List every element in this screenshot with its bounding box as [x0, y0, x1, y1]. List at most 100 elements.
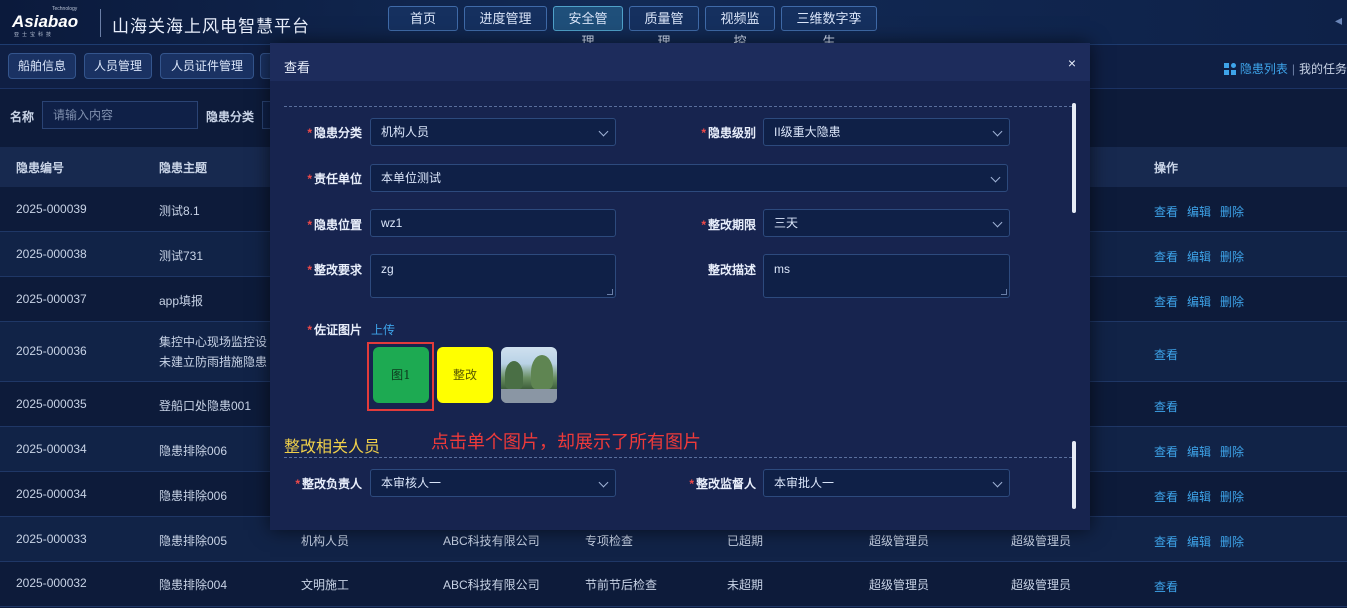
category-label: * 隐患分类 — [307, 126, 362, 140]
cell-status: 已超期 — [727, 534, 764, 548]
evidence-thumbnail-2[interactable]: 整改 — [437, 347, 493, 403]
nav-safety[interactable]: 安全管理 — [553, 6, 623, 49]
cell-id: 2025-000037 — [16, 292, 87, 306]
logo-divider — [100, 9, 101, 37]
nav-home[interactable]: 首页 — [388, 6, 458, 31]
description-textarea[interactable]: ms — [763, 254, 1010, 298]
view-link[interactable]: 查看 — [1154, 488, 1178, 505]
chevron-down-icon — [990, 172, 1001, 183]
level-select[interactable]: II级重大隐患 — [763, 118, 1010, 146]
delete-link[interactable]: 删除 — [1220, 293, 1244, 310]
delete-link[interactable]: 删除 — [1220, 248, 1244, 265]
delete-link[interactable]: 删除 — [1220, 533, 1244, 550]
cell-topic: 登船口处隐患001 — [159, 399, 252, 413]
table-row: 2025-000032 隐患排除004 文明施工 ABC科技有限公司 节前节后检… — [0, 562, 1347, 607]
cell-category: 机构人员 — [301, 534, 350, 548]
link-my-tasks[interactable]: 我的任务 — [1299, 62, 1347, 76]
edit-link[interactable]: 编辑 — [1187, 488, 1211, 505]
location-input[interactable]: wz1 — [370, 209, 616, 237]
divider — [284, 106, 1072, 107]
nav-digital-twin[interactable]: 三维数字孪生 — [781, 6, 877, 49]
modal-header: 查看 × — [270, 43, 1090, 81]
photo-road — [501, 389, 557, 403]
resize-grip-icon — [1001, 289, 1007, 295]
view-link[interactable]: 查看 — [1154, 578, 1178, 595]
cell-topic: 测试8.1 — [159, 204, 200, 218]
header-topic: 隐患主题 — [159, 161, 208, 175]
chevron-down-icon — [598, 126, 609, 137]
link-hazard-list[interactable]: 隐患列表 — [1240, 62, 1288, 76]
photo-tree — [531, 355, 553, 389]
cell-company: ABC科技有限公司 — [443, 534, 540, 548]
cell-id: 2025-000034 — [16, 487, 87, 501]
delete-link[interactable]: 删除 — [1220, 488, 1244, 505]
cell-id: 2025-000039 — [16, 202, 87, 216]
cell-id: 2025-000036 — [16, 344, 87, 358]
chevron-down-icon — [992, 217, 1003, 228]
cell-check-type: 节前节后检查 — [585, 578, 658, 592]
chevron-down-icon — [992, 126, 1003, 137]
upload-link[interactable]: 上传 — [371, 321, 395, 338]
edit-link[interactable]: 编辑 — [1187, 443, 1211, 460]
evidence-thumbnail-3[interactable] — [501, 347, 557, 403]
level-label: * 隐患级别 — [701, 126, 756, 140]
view-link[interactable]: 查看 — [1154, 443, 1178, 460]
main-nav: 首页 进度管理 安全管理 质量管理 视频监控 三维数字孪生 — [388, 6, 877, 49]
view-link[interactable]: 查看 — [1154, 293, 1178, 310]
deadline-select[interactable]: 三天 — [763, 209, 1010, 237]
unit-select[interactable]: 本单位测试 — [370, 164, 1008, 192]
location-label: * 隐患位置 — [307, 218, 362, 232]
cell-topic: app填报 — [159, 294, 204, 308]
edit-link[interactable]: 编辑 — [1187, 248, 1211, 265]
unit-label: * 责任单位 — [307, 172, 362, 186]
close-icon[interactable]: × — [1068, 55, 1076, 71]
chevron-down-icon — [992, 477, 1003, 488]
photo-tree — [505, 361, 523, 389]
name-search-input[interactable]: 请输入内容 — [42, 101, 198, 129]
view-link[interactable]: 查看 — [1154, 248, 1178, 265]
view-link[interactable]: 查看 — [1154, 398, 1178, 415]
view-link[interactable]: 查看 — [1154, 346, 1178, 363]
view-link[interactable]: 查看 — [1154, 533, 1178, 550]
delete-link[interactable]: 删除 — [1220, 443, 1244, 460]
edit-link[interactable]: 编辑 — [1187, 293, 1211, 310]
cell-topic-line2: 未建立防雨措施隐患 — [159, 355, 268, 369]
cell-person-1: 超级管理员 — [869, 534, 930, 548]
category-select[interactable]: 机构人员 — [370, 118, 616, 146]
cell-topic: 隐患排除006 — [159, 444, 228, 458]
grid-icon — [1223, 63, 1236, 75]
scrollbar-thumb-2[interactable] — [1072, 441, 1076, 509]
nav-video[interactable]: 视频监控 — [705, 6, 775, 49]
view-link[interactable]: 查看 — [1154, 203, 1178, 220]
tab-personnel[interactable]: 人员管理 — [84, 53, 152, 79]
tab-certificates[interactable]: 人员证件管理 — [160, 53, 254, 79]
cell-topic: 集控中心现场监控设 — [159, 335, 268, 349]
header-actions: 操作 — [1154, 161, 1179, 175]
scrollbar-thumb[interactable] — [1072, 103, 1076, 213]
nav-progress[interactable]: 进度管理 — [464, 6, 547, 31]
supervisor-select[interactable]: 本审批人一 — [763, 469, 1010, 497]
cell-topic: 隐患排除005 — [159, 534, 228, 548]
nav-quality[interactable]: 质量管理 — [629, 6, 699, 49]
resize-grip-icon — [607, 289, 613, 295]
tab-ship-info[interactable]: 船舶信息 — [8, 53, 76, 79]
chevron-down-icon — [598, 477, 609, 488]
evidence-thumbnail-1[interactable]: 图1 — [373, 347, 429, 403]
delete-link[interactable]: 删除 — [1220, 203, 1244, 220]
edit-link[interactable]: 编辑 — [1187, 203, 1211, 220]
owner-select[interactable]: 本审核人一 — [370, 469, 616, 497]
cell-topic: 隐患排除006 — [159, 489, 228, 503]
edit-link[interactable]: 编辑 — [1187, 533, 1211, 550]
cell-topic: 测试731 — [159, 249, 204, 263]
requirement-label: * 整改要求 — [307, 263, 362, 277]
requirement-textarea[interactable]: zg — [370, 254, 616, 298]
divider — [284, 457, 1072, 458]
name-filter-label: 名称 — [10, 110, 35, 124]
corner-arrow-icon[interactable]: ◂ — [1335, 12, 1347, 32]
cell-person-2: 超级管理员 — [1011, 534, 1072, 548]
owner-label: * 整改负责人 — [295, 477, 362, 491]
company-logo: Technology Asiabao 亚士宝科技 — [12, 6, 92, 40]
cell-topic: 隐患排除004 — [159, 578, 228, 592]
link-separator: | — [1291, 62, 1295, 76]
cell-company: ABC科技有限公司 — [443, 578, 540, 592]
